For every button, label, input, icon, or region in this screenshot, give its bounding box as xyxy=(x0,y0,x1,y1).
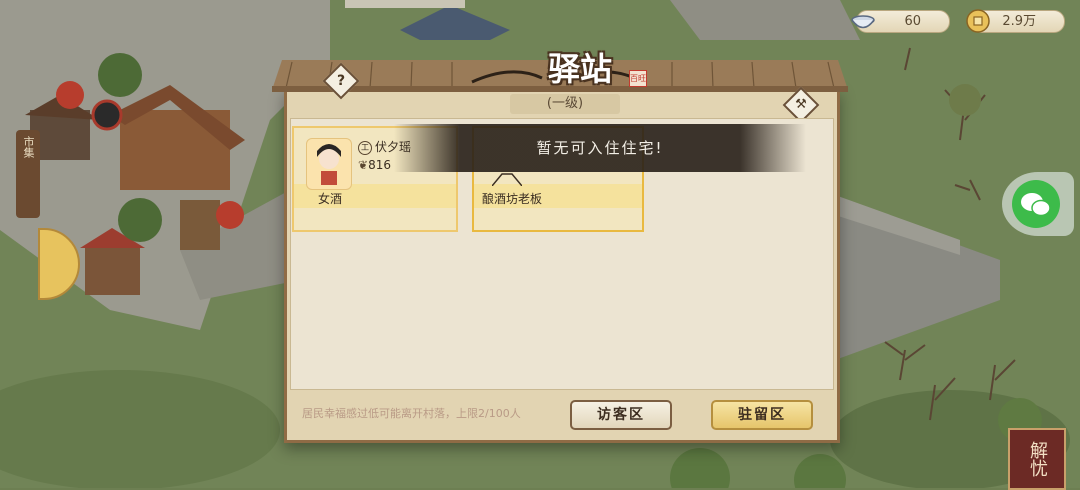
market-marker-label: 市集 xyxy=(22,136,35,158)
resident-power-row: ❦816 xyxy=(358,158,391,172)
resident-tag: 酿酒坊老板 xyxy=(482,192,543,206)
panel-title: 驿站 xyxy=(547,50,612,88)
attr-badge: 工 xyxy=(358,140,372,155)
wechat-button[interactable] xyxy=(1002,172,1074,236)
question-icon: ? xyxy=(336,73,346,89)
power-icon: ❦ xyxy=(358,158,369,172)
hammer-icon: ⚒ xyxy=(795,97,807,112)
coin-resource: 2.9万 xyxy=(966,9,1065,33)
wechat-icon xyxy=(1012,180,1060,228)
jieyou-button[interactable]: 解忧 xyxy=(1008,428,1066,490)
coin-icon xyxy=(966,9,990,33)
bowl-icon xyxy=(851,15,875,29)
title-seal: 百旺 xyxy=(629,70,647,87)
jieyou-label: 解忧 xyxy=(1027,441,1048,477)
bowl-resource: 60 xyxy=(851,10,950,33)
bowl-value: 60 xyxy=(904,14,921,29)
resident-tag: 女酒 xyxy=(318,192,343,206)
resident-portrait xyxy=(306,138,352,190)
coin-value: 2.9万 xyxy=(1002,14,1036,29)
toast-message: 暂无可入住住宅! xyxy=(394,124,806,172)
resident-power: 816 xyxy=(368,158,391,172)
capacity-note: 居民幸福感过低可能离开村落，上限2/100人 xyxy=(302,407,521,420)
station-level: (一级) xyxy=(510,94,620,114)
resident-portrait xyxy=(492,173,522,186)
market-marker[interactable]: 市集 xyxy=(16,130,40,218)
visitor-area-button[interactable]: 访客区 xyxy=(570,400,672,430)
resident-area-button[interactable]: 驻留区 xyxy=(711,400,813,430)
